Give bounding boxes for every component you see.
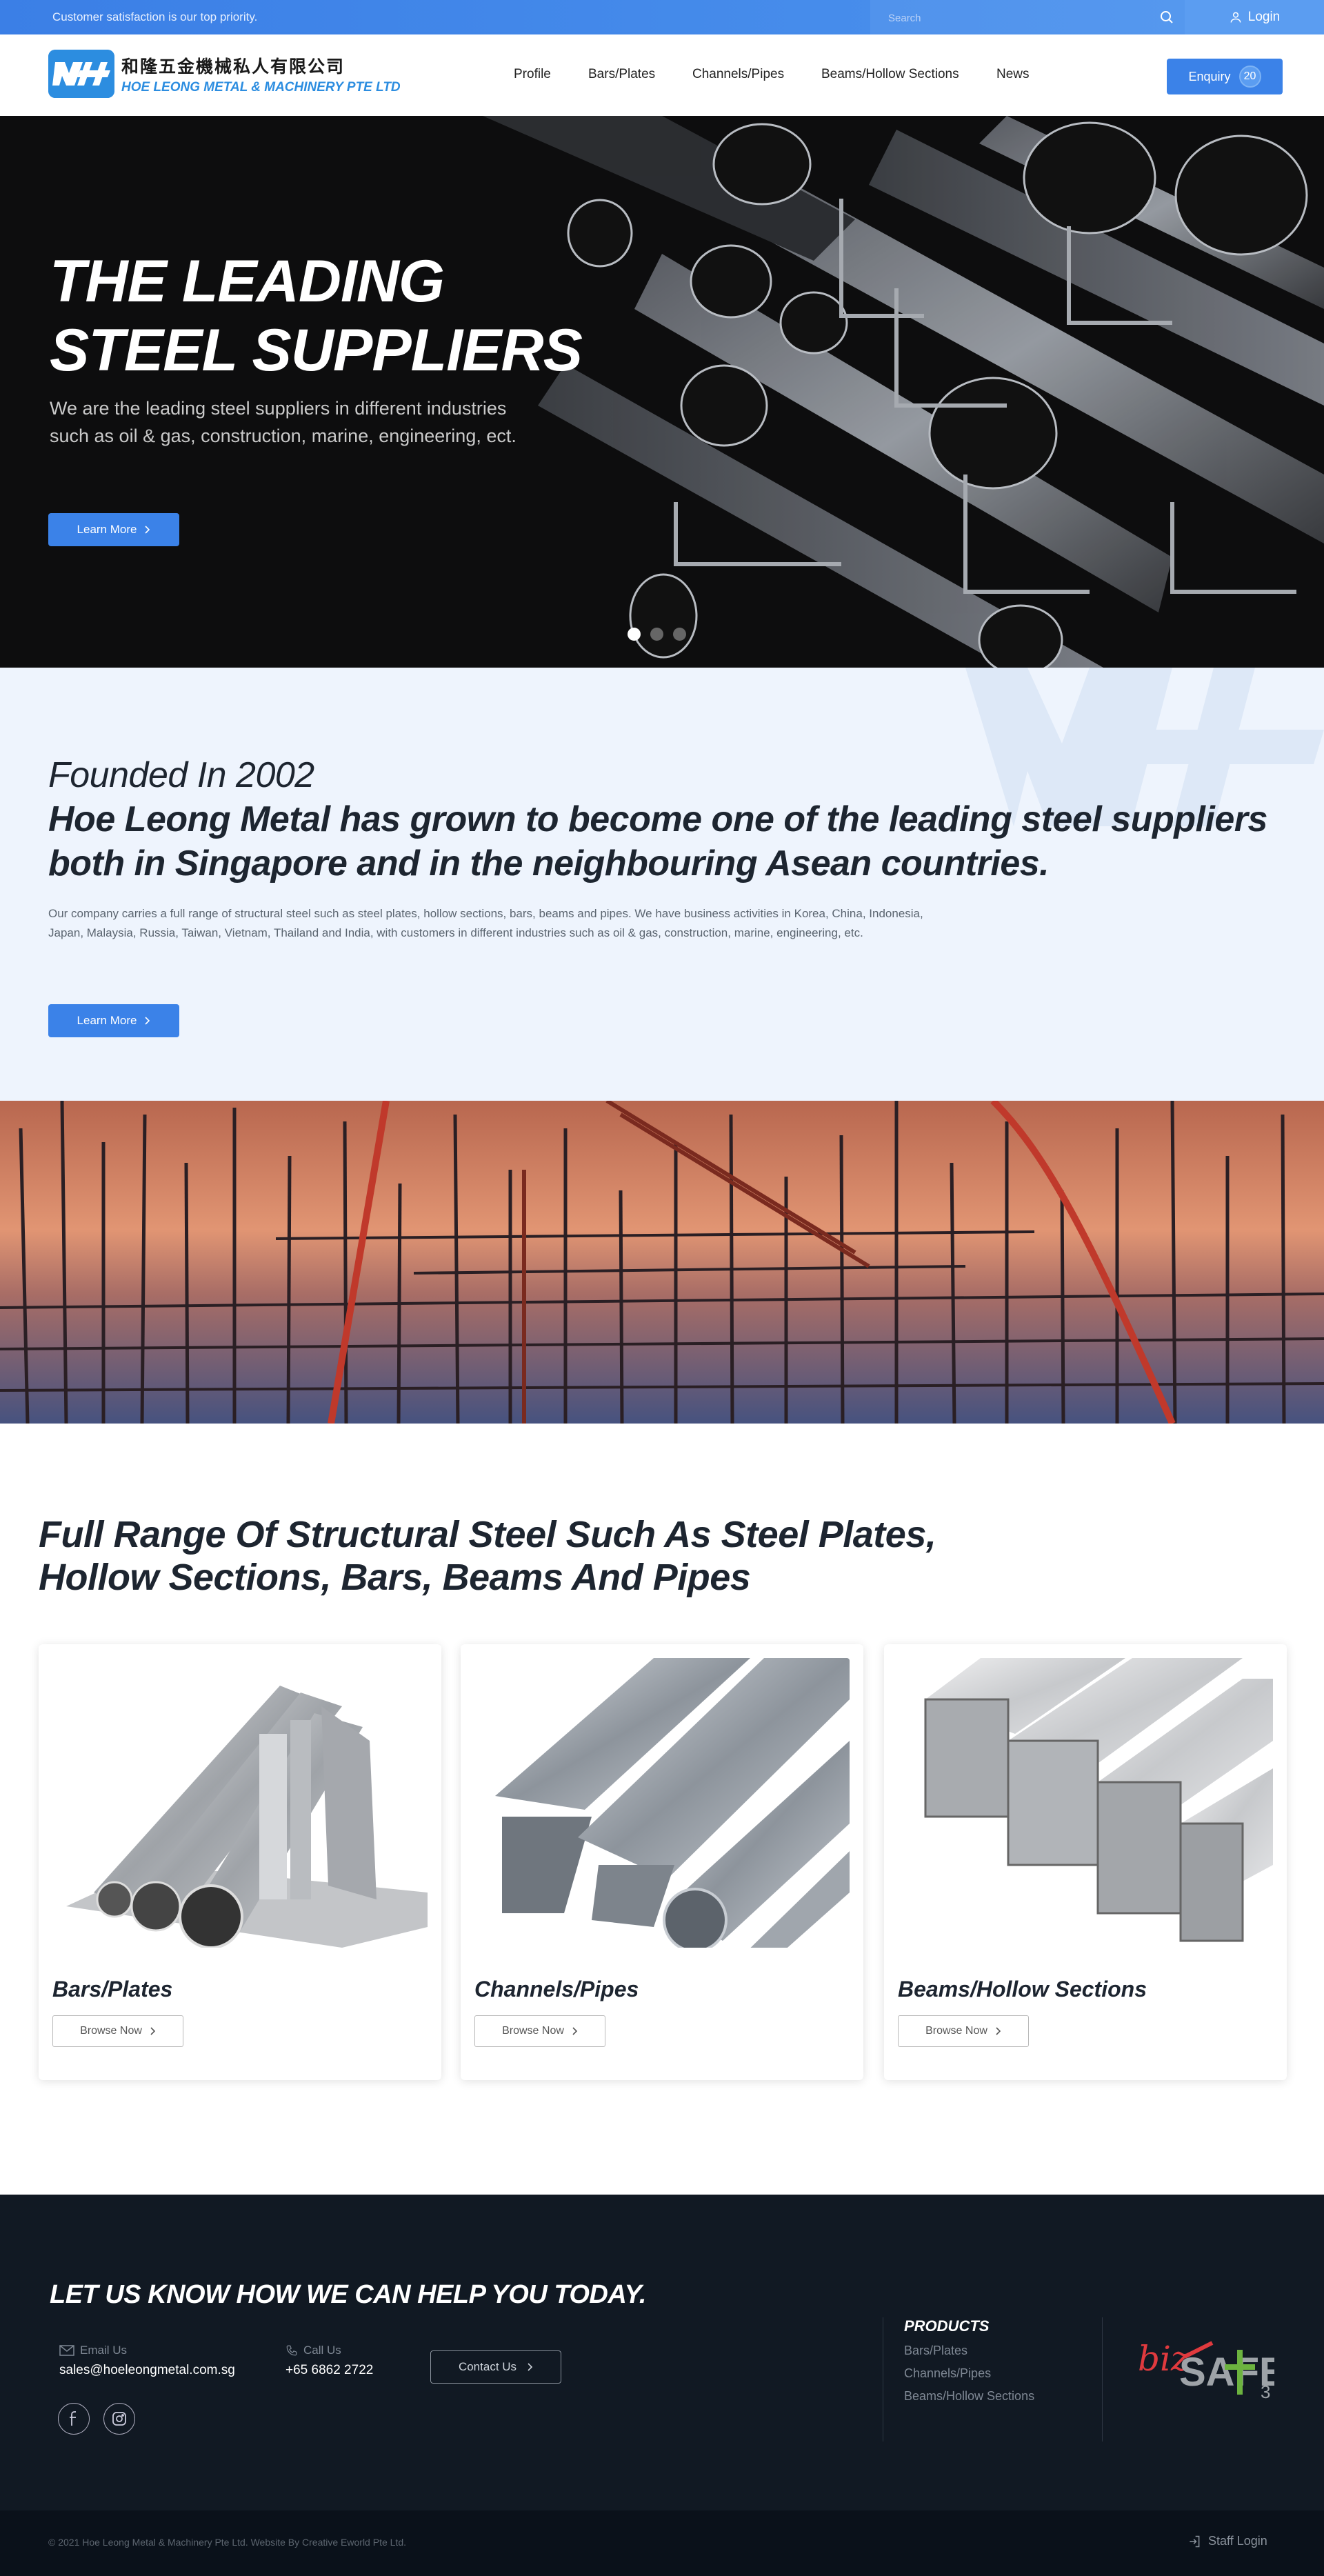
- nav-bars-plates[interactable]: Bars/Plates: [588, 67, 655, 82]
- chevron-right-icon: [150, 2027, 156, 2035]
- logo-chinese-name: 和隆五金機械私人有限公司: [121, 56, 345, 77]
- staff-login-link[interactable]: Staff Login: [1187, 2534, 1267, 2548]
- about-heading-line-2: Hoe Leong Metal has grown to become one …: [48, 799, 1267, 883]
- hero-learn-more-label: Learn More: [77, 523, 137, 536]
- login-button[interactable]: Login: [1185, 0, 1324, 34]
- contact-us-button[interactable]: Contact Us: [430, 2350, 561, 2384]
- login-label: Login: [1247, 10, 1281, 24]
- browse-now-label: Browse Now: [80, 2025, 142, 2037]
- about-body: Our company carries a full range of stru…: [48, 907, 923, 939]
- logo-english-name: HOE LEONG METAL & MACHINERY PTE LTD: [121, 79, 401, 94]
- about-section: Founded In 2002 Hoe Leong Metal has grow…: [0, 668, 1324, 1101]
- nav-channels-pipes[interactable]: Channels/Pipes: [692, 67, 784, 82]
- channels-pipes-image: [474, 1658, 850, 1948]
- carousel-dot-1[interactable]: [628, 628, 641, 641]
- footer-products-column: PRODUCTS Bars/Plates Channels/Pipes Beam…: [883, 2317, 1034, 2442]
- search-input[interactable]: [888, 9, 1136, 27]
- enquiry-button[interactable]: Enquiry 20: [1167, 59, 1283, 94]
- contact-us-label: Contact Us: [458, 2360, 517, 2373]
- footer-email-block: Email Us sales@hoeleongmetal.com.sg: [59, 2344, 235, 2378]
- browse-now-label: Browse Now: [925, 2025, 987, 2037]
- call-label: Call Us: [303, 2344, 341, 2357]
- hero-subtitle: We are the leading steel suppliers in di…: [50, 398, 516, 446]
- chevron-right-icon: [572, 2027, 578, 2035]
- construction-site-image: [0, 1101, 1324, 1424]
- hero-steel-image: [483, 116, 1324, 668]
- about-heading-line-1: Founded In 2002: [48, 755, 314, 795]
- sign-in-icon: [1190, 2535, 1200, 2547]
- hero-title-line-2: STEEL SUPPLIERS: [50, 317, 583, 383]
- facebook-icon: [70, 2411, 76, 2426]
- footer-link-beams-hollow-sections[interactable]: Beams/Hollow Sections: [904, 2389, 1034, 2404]
- copyright-text: © 2021 Hoe Leong Metal & Machinery Pte L…: [48, 2537, 406, 2548]
- mail-icon: [59, 2345, 74, 2356]
- user-icon: [1230, 12, 1241, 23]
- instagram-link[interactable]: [103, 2403, 135, 2435]
- products-section: Full Range Of Structural Steel Such As S…: [0, 1424, 1324, 2195]
- bizsafe-logo: biz SAFE 3: [1138, 2339, 1274, 2402]
- carousel-dot-3[interactable]: [673, 628, 686, 641]
- browse-now-button[interactable]: Browse Now: [474, 2015, 605, 2047]
- beams-hollow-sections-image: [898, 1658, 1273, 1948]
- enquiry-label: Enquiry: [1188, 69, 1231, 83]
- enquiry-count-badge: 20: [1238, 66, 1261, 88]
- phone-link[interactable]: +65 6862 2722: [285, 2363, 373, 2378]
- product-card-channels-pipes[interactable]: Channels/Pipes Browse Now: [461, 1644, 863, 2080]
- chevron-right-icon: [528, 2363, 533, 2371]
- footer-divider: [1102, 2317, 1103, 2442]
- about-learn-more-button[interactable]: Learn More: [48, 1004, 179, 1037]
- bottom-bar: © 2021 Hoe Leong Metal & Machinery Pte L…: [0, 2510, 1324, 2576]
- carousel-dots: [628, 628, 686, 641]
- about-learn-more-label: Learn More: [77, 1014, 137, 1027]
- hero-title: THE LEADING STEEL SUPPLIERS: [50, 247, 583, 385]
- carousel-dot-2[interactable]: [650, 628, 663, 641]
- about-heading: Founded In 2002 Hoe Leong Metal has grow…: [48, 753, 1324, 886]
- product-title: Channels/Pipes: [474, 1977, 639, 2001]
- footer-products-heading: PRODUCTS: [904, 2317, 990, 2335]
- facebook-link[interactable]: [58, 2403, 90, 2435]
- footer-call-block: Call Us +65 6862 2722: [285, 2344, 373, 2378]
- site-footer: LET US KNOW HOW WE CAN HELP YOU TODAY. E…: [0, 2195, 1324, 2510]
- hero-title-line-1: THE LEADING: [50, 248, 445, 314]
- product-title: Bars/Plates: [52, 1977, 173, 2001]
- logo-mark-icon: [48, 50, 114, 98]
- footer-link-channels-pipes[interactable]: Channels/Pipes: [904, 2366, 1034, 2381]
- phone-icon: [286, 2345, 297, 2356]
- staff-login-label: Staff Login: [1208, 2534, 1267, 2548]
- email-label: Email Us: [80, 2344, 128, 2357]
- top-bar-message: Customer satisfaction is our top priorit…: [52, 10, 258, 23]
- chevron-right-icon: [996, 2027, 1001, 2035]
- products-heading: Full Range Of Structural Steel Such As S…: [39, 1514, 936, 1598]
- browse-now-button[interactable]: Browse Now: [898, 2015, 1029, 2047]
- site-logo[interactable]: 和隆五金機械私人有限公司 HOE LEONG METAL & MACHINERY…: [48, 50, 401, 98]
- nav-profile[interactable]: Profile: [514, 67, 551, 82]
- search-icon[interactable]: [1158, 9, 1175, 26]
- product-card-bars-plates[interactable]: Bars/Plates Browse Now: [39, 1644, 441, 2080]
- top-bar: Customer satisfaction is our top priorit…: [0, 0, 1324, 34]
- browse-now-label: Browse Now: [502, 2025, 564, 2037]
- instagram-icon: [112, 2412, 126, 2426]
- product-title: Beams/Hollow Sections: [898, 1977, 1147, 2001]
- chevron-right-icon: [145, 1017, 150, 1025]
- search-box: [870, 0, 1185, 34]
- chevron-right-icon: [145, 526, 150, 534]
- bizsafe-level: 3: [1261, 2382, 1270, 2402]
- hero-learn-more-button[interactable]: Learn More: [48, 513, 179, 546]
- bars-plates-image: [52, 1658, 428, 1948]
- browse-now-button[interactable]: Browse Now: [52, 2015, 183, 2047]
- hero-banner: THE LEADING STEEL SUPPLIERS We are the l…: [0, 116, 1324, 668]
- product-card-beams-hollow-sections[interactable]: Beams/Hollow Sections Browse Now: [884, 1644, 1287, 2080]
- nav-news[interactable]: News: [996, 67, 1030, 82]
- site-header: 和隆五金機械私人有限公司 HOE LEONG METAL & MACHINERY…: [0, 34, 1324, 116]
- footer-link-bars-plates[interactable]: Bars/Plates: [904, 2344, 1034, 2358]
- nav-beams-hollow-sections[interactable]: Beams/Hollow Sections: [821, 67, 959, 82]
- email-link[interactable]: sales@hoeleongmetal.com.sg: [59, 2363, 235, 2378]
- footer-heading: LET US KNOW HOW WE CAN HELP YOU TODAY.: [50, 2280, 646, 2309]
